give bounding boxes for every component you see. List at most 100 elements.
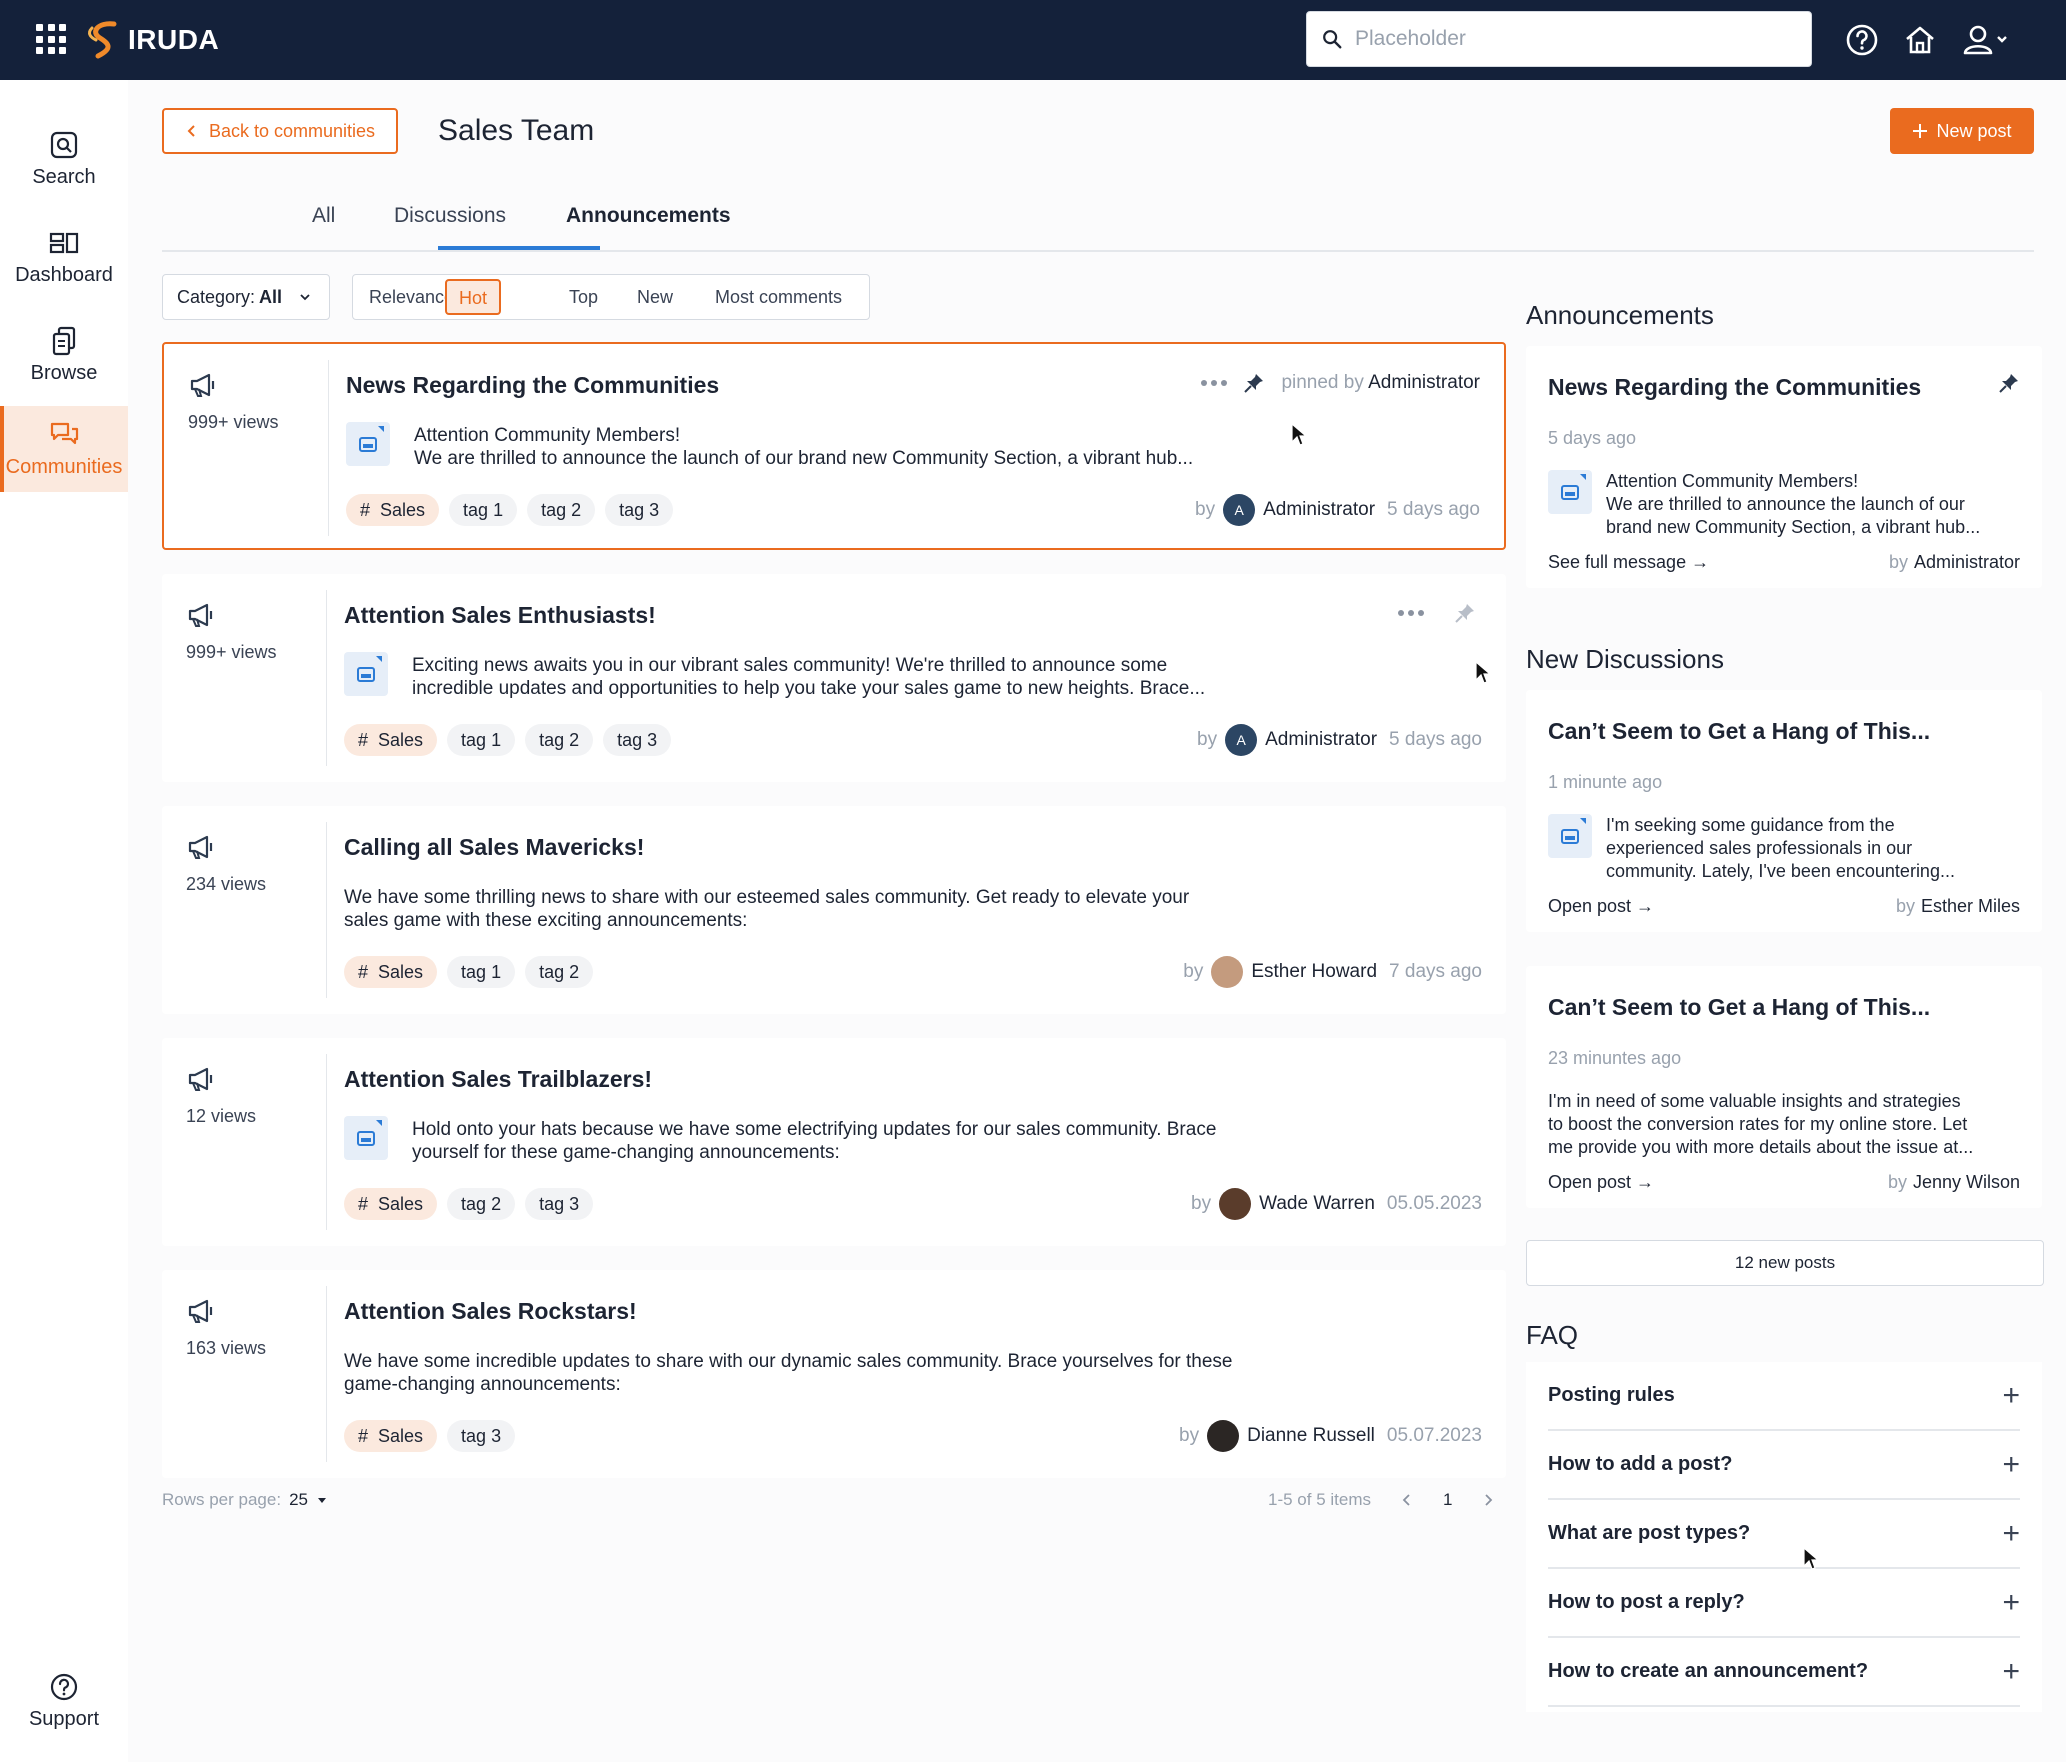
tag-chip[interactable]: # Sales <box>344 956 438 988</box>
author-name[interactable]: Esther Howard <box>1251 961 1377 983</box>
rows-value[interactable]: 25 <box>289 1490 308 1509</box>
discussion-title[interactable]: Can’t Seem to Get a Hang of This... <box>1548 994 1930 1021</box>
post-byline: by A Administrator 5 days ago <box>1197 724 1482 756</box>
tag-chip[interactable]: # Sales <box>344 1188 438 1220</box>
nav-item-support[interactable]: Support <box>0 1658 128 1744</box>
tab-announcements[interactable]: Announcements <box>566 204 731 228</box>
faq-item[interactable]: How to create an announcement? + <box>1548 1638 2020 1707</box>
image-attachment-icon <box>1548 470 1592 514</box>
rows-per-page[interactable]: Rows per page: 25 <box>162 1490 327 1510</box>
discussion-title[interactable]: Can’t Seem to Get a Hang of This... <box>1548 718 1930 745</box>
post-card[interactable]: 234 views Calling all Sales Mavericks! W… <box>162 806 1506 1014</box>
author-name[interactable]: Esther Miles <box>1921 896 2020 916</box>
new-posts-button[interactable]: 12 new posts <box>1526 1240 2044 1286</box>
plus-icon[interactable]: + <box>2002 1586 2020 1620</box>
tag-chip[interactable]: tag 2 <box>525 956 594 988</box>
home-icon[interactable] <box>1902 22 1938 58</box>
see-full-message-link[interactable]: See full message → <box>1548 552 1709 573</box>
sort-new[interactable]: New <box>637 287 673 308</box>
tag-chip[interactable]: tag 1 <box>447 724 516 756</box>
author-name[interactable]: Administrator <box>1914 552 2020 572</box>
plus-icon[interactable]: + <box>2002 1517 2020 1551</box>
tag-chip[interactable]: tag 1 <box>447 956 516 988</box>
pin-icon[interactable] <box>1243 372 1265 394</box>
faq-item[interactable]: How to add a post? + <box>1548 1431 2020 1500</box>
nav-item-dashboard[interactable]: Dashboard <box>0 214 128 300</box>
mouse-cursor-icon <box>1803 1546 1820 1570</box>
post-actions <box>1398 602 1476 624</box>
global-search[interactable] <box>1306 11 1812 67</box>
faq-item[interactable]: Posting rules + <box>1548 1362 2020 1431</box>
page-number[interactable]: 1 <box>1443 1490 1452 1510</box>
plus-icon[interactable]: + <box>2002 1379 2020 1413</box>
author-name[interactable]: Wade Warren <box>1259 1193 1375 1215</box>
author-name[interactable]: Administrator <box>1265 729 1377 751</box>
post-card[interactable]: 163 views Attention Sales Rockstars! We … <box>162 1270 1506 1478</box>
tag-chip[interactable]: tag 2 <box>525 724 594 756</box>
faq-question: How to add a post? <box>1548 1453 1733 1475</box>
new-post-button[interactable]: New post <box>1890 108 2034 154</box>
new-discussions-heading: New Discussions <box>1526 644 1724 674</box>
author-name[interactable]: Dianne Russell <box>1247 1425 1375 1447</box>
mouse-cursor-icon <box>1475 660 1492 684</box>
open-post-link[interactable]: Open post → <box>1548 896 1654 917</box>
sort-most-comments[interactable]: Most comments <box>715 287 842 308</box>
post-tags: # Sales tag 1 tag 2 <box>344 956 594 988</box>
back-to-communities-button[interactable]: Back to communities <box>162 108 398 154</box>
search-input[interactable] <box>1355 27 1795 51</box>
sort-top[interactable]: Top <box>569 287 598 308</box>
open-post-link[interactable]: Open post → <box>1548 1172 1654 1193</box>
faq-item[interactable]: What are post types? + <box>1548 1500 2020 1569</box>
more-options-icon[interactable] <box>1398 610 1424 616</box>
tag-chip[interactable]: tag 2 <box>527 494 596 526</box>
post-card[interactable]: 12 views Attention Sales Trailblazers! H… <box>162 1038 1506 1246</box>
sort-relevance[interactable]: Relevance <box>369 287 454 308</box>
nav-item-communities[interactable]: Communities <box>0 406 128 492</box>
avatar[interactable]: A <box>1225 724 1258 756</box>
app-logo[interactable]: IRUDA <box>84 18 219 62</box>
author-name[interactable]: Administrator <box>1263 499 1375 521</box>
tab-discussions[interactable]: Discussions <box>394 204 506 228</box>
more-options-icon[interactable] <box>1201 380 1228 386</box>
announcement-title[interactable]: News Regarding the Communities <box>1548 374 1921 401</box>
plus-icon[interactable]: + <box>2002 1655 2020 1689</box>
tag-chip[interactable]: # Sales <box>344 1420 438 1452</box>
chevron-left-icon[interactable] <box>1401 1493 1413 1507</box>
tag-chip[interactable]: tag 3 <box>605 494 674 526</box>
avatar[interactable] <box>1211 956 1244 988</box>
avatar[interactable] <box>1219 1188 1252 1220</box>
post-title[interactable]: Attention Sales Trailblazers! <box>344 1066 652 1093</box>
discussion-card[interactable]: Can’t Seem to Get a Hang of This... 1 mi… <box>1526 690 2042 932</box>
tag-chip[interactable]: # Sales <box>346 494 440 526</box>
tag-chip[interactable]: tag 1 <box>449 494 518 526</box>
author-name[interactable]: Jenny Wilson <box>1913 1172 2020 1192</box>
nav-item-browse[interactable]: Browse <box>0 312 128 398</box>
avatar[interactable]: A <box>1223 494 1256 526</box>
help-icon[interactable] <box>1844 22 1880 58</box>
tag-chip[interactable]: tag 3 <box>525 1188 594 1220</box>
nav-item-search[interactable]: Search <box>0 116 128 202</box>
post-title[interactable]: Calling all Sales Mavericks! <box>344 834 644 861</box>
post-title[interactable]: News Regarding the Communities <box>346 372 719 399</box>
chevron-right-icon[interactable] <box>1482 1493 1494 1507</box>
avatar[interactable] <box>1207 1420 1240 1452</box>
plus-icon[interactable]: + <box>2002 1448 2020 1482</box>
apps-grid-icon[interactable] <box>36 24 66 54</box>
discussion-card[interactable]: Can’t Seem to Get a Hang of This... 23 m… <box>1526 966 2042 1208</box>
faq-item[interactable]: How to post a reply? + <box>1548 1569 2020 1638</box>
tag-chip[interactable]: tag 3 <box>447 1420 516 1452</box>
tab-all[interactable]: All <box>312 204 335 228</box>
pin-icon[interactable] <box>1998 372 2020 394</box>
pin-icon[interactable] <box>1454 602 1476 624</box>
post-card[interactable]: 999+ views Attention Sales Enthusiasts! … <box>162 574 1506 782</box>
logo-mark-icon <box>88 21 117 59</box>
tag-chip[interactable]: tag 2 <box>447 1188 516 1220</box>
announcement-card[interactable]: News Regarding the Communities 5 days ag… <box>1526 346 2042 588</box>
post-title[interactable]: Attention Sales Rockstars! <box>344 1298 637 1325</box>
user-menu-icon[interactable] <box>1960 22 2010 58</box>
category-select[interactable]: Category: All <box>162 274 330 320</box>
post-title[interactable]: Attention Sales Enthusiasts! <box>344 602 656 629</box>
tag-chip[interactable]: tag 3 <box>603 724 672 756</box>
tag-chip[interactable]: # Sales <box>344 724 438 756</box>
sort-hot[interactable]: Hot <box>445 279 502 315</box>
